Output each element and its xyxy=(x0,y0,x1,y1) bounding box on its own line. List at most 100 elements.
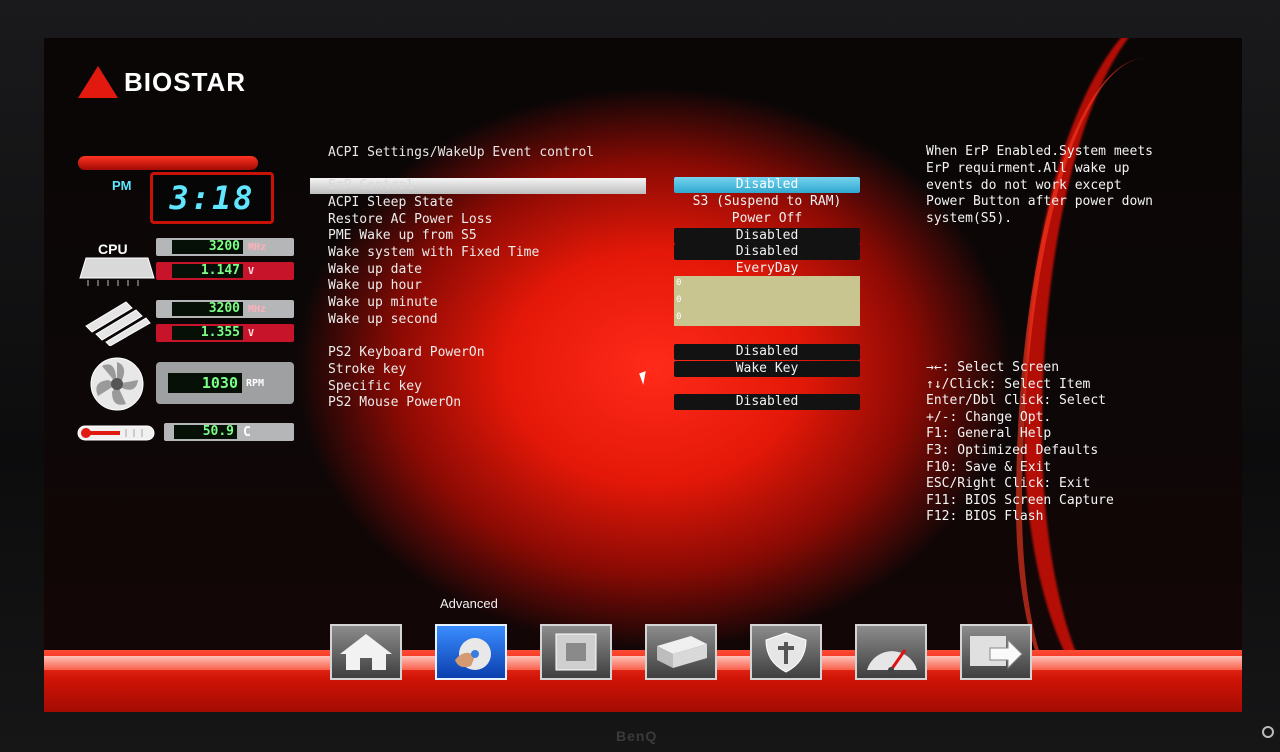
cpu-voltage-readout: 1.147 V xyxy=(156,262,294,280)
setting-erp-control[interactable]: ErP Control xyxy=(310,178,646,194)
nav-dock-shelf xyxy=(44,656,1242,670)
setting-label: Wake up minute xyxy=(328,295,438,310)
page-title: ACPI Settings/WakeUp Event control xyxy=(328,145,595,160)
setting-label: Wake up second xyxy=(328,312,438,327)
setting-wake-date[interactable]: Wake up date xyxy=(310,262,646,278)
setting-ps2-mouse-poweron[interactable]: PS2 Mouse PowerOn xyxy=(310,395,646,411)
advanced-icon xyxy=(455,638,491,670)
memory-frequency-readout: 3200 MHz xyxy=(156,300,294,318)
chipset-icon xyxy=(555,633,597,671)
clock-ampm: PM xyxy=(112,178,132,193)
active-tab-label: Advanced xyxy=(440,596,498,611)
exit-arrow-icon xyxy=(970,636,1023,670)
key-legend-item: F11: BIOS Screen Capture xyxy=(926,492,1114,508)
setting-label: ErP Control xyxy=(328,178,415,193)
cpu-frequency-value: 3200 xyxy=(172,240,243,254)
key-legend-item: F12: BIOS Flash xyxy=(926,509,1044,525)
setting-label: Wake system with Fixed Time xyxy=(328,245,540,260)
monitor-brand: BenQ xyxy=(616,728,658,744)
setting-wake-fixed-time[interactable]: Wake system with Fixed Time xyxy=(310,245,646,261)
cpu-frequency-unit: MHz xyxy=(248,241,267,253)
erp-control-value[interactable]: Disabled xyxy=(674,177,860,193)
setting-label: PS2 Keyboard PowerOn xyxy=(328,345,485,360)
ps2-keyboard-poweron-value[interactable]: Disabled xyxy=(674,344,860,360)
setting-label: Specific key xyxy=(328,379,422,394)
key-legend-item: F1: General Help xyxy=(926,426,1052,442)
home-icon xyxy=(340,634,392,670)
clock-bar xyxy=(78,156,258,170)
wake-date-value[interactable]: EveryDay xyxy=(674,261,860,277)
setting-pme-wake[interactable]: PME Wake up from S5 xyxy=(310,228,646,244)
wake-hour-value[interactable]: 0 xyxy=(676,278,681,288)
help-line: When ErP Enabled.System meets xyxy=(926,144,1153,159)
memory-voltage-value: 1.355 xyxy=(172,326,243,340)
key-legend-item: Enter/Dbl Click: Select xyxy=(926,393,1107,409)
temperature-readout: 50.9 C xyxy=(164,423,294,441)
setting-specific-key[interactable]: Specific key xyxy=(310,379,646,395)
memory-voltage-readout: 1.355 V xyxy=(156,324,294,342)
cpu-chip-icon xyxy=(79,257,155,286)
key-legend: →←: Select Screen ↑↓/Click: Select Item … xyxy=(926,360,1114,526)
cpu-voltage-unit: V xyxy=(248,265,255,277)
tab-exit[interactable] xyxy=(960,624,1032,680)
setting-label: Restore AC Power Loss xyxy=(328,212,493,227)
wake-second-value[interactable]: 0 xyxy=(676,312,681,322)
temperature-unit: C xyxy=(243,424,251,440)
monitor-bezel: BIOSTAR PM 3:18 CPU 3200 MHz 1.147 V 320… xyxy=(0,0,1280,752)
tab-security[interactable] xyxy=(750,624,822,680)
fan-speed-unit: RPM xyxy=(246,377,265,389)
memory-frequency-unit: MHz xyxy=(248,303,267,315)
thermometer-icon xyxy=(77,425,155,441)
key-legend-item: F3: Optimized Defaults xyxy=(926,442,1099,458)
tab-storage[interactable] xyxy=(645,624,717,680)
biostar-logo: BIOSTAR xyxy=(78,66,246,98)
setting-wake-second[interactable]: Wake up second xyxy=(310,312,646,328)
security-shield-icon xyxy=(765,632,807,673)
wake-time-fields: 0 0 0 xyxy=(674,276,860,326)
tab-advanced[interactable] xyxy=(435,624,507,680)
help-line: Power Button after power down xyxy=(926,194,1153,210)
setting-label: Wake up hour xyxy=(328,278,422,293)
help-line: system(S5). xyxy=(926,211,1013,227)
help-line: ErP requirment.All wake up xyxy=(926,160,1130,176)
key-legend-item: F10: Save & Exit xyxy=(926,459,1052,475)
fan-speed-readout: 1030 RPM xyxy=(156,362,294,404)
fan-speed-value: 1030 xyxy=(168,373,242,393)
setting-wake-hour[interactable]: Wake up hour xyxy=(310,278,646,294)
wake-minute-value[interactable]: 0 xyxy=(676,295,681,305)
setting-label: PS2 Mouse PowerOn xyxy=(328,395,462,410)
setting-ps2-keyboard-poweron[interactable]: PS2 Keyboard PowerOn xyxy=(310,345,646,361)
wake-fixed-time-value[interactable]: Disabled xyxy=(674,244,860,260)
logo-text: BIOSTAR xyxy=(124,66,247,97)
setting-restore-ac-power-loss[interactable]: Restore AC Power Loss xyxy=(310,212,646,228)
key-legend-item: +/-: Change Opt. xyxy=(926,409,1052,425)
memory-voltage-unit: V xyxy=(248,327,255,339)
storage-icon xyxy=(657,636,707,668)
acpi-sleep-state-value[interactable]: S3 (Suspend to RAM) xyxy=(674,194,860,210)
memory-frequency-value: 3200 xyxy=(172,302,243,316)
setting-label: ACPI Sleep State xyxy=(328,195,454,210)
ps2-mouse-poweron-value[interactable]: Disabled xyxy=(674,394,860,410)
clock-display: 3:18 xyxy=(150,172,274,224)
key-legend-item: ↑↓/Click: Select Item xyxy=(926,376,1091,392)
tab-overclock[interactable] xyxy=(855,624,927,680)
pme-wake-value[interactable]: Disabled xyxy=(674,228,860,244)
setting-stroke-key[interactable]: Stroke key xyxy=(310,362,646,378)
bios-screen: BIOSTAR PM 3:18 CPU 3200 MHz 1.147 V 320… xyxy=(44,38,1242,712)
key-legend-item: ESC/Right Click: Exit xyxy=(926,476,1091,492)
help-line: events do not work except xyxy=(926,177,1122,193)
stroke-key-value[interactable]: Wake Key xyxy=(674,361,860,377)
temperature-value: 50.9 xyxy=(174,425,237,439)
restore-ac-power-loss-value[interactable]: Power Off xyxy=(674,211,860,227)
setting-acpi-sleep-state[interactable]: ACPI Sleep State xyxy=(310,195,646,211)
cpu-voltage-value: 1.147 xyxy=(172,264,243,278)
memory-module-icon xyxy=(85,301,151,346)
cpu-frequency-readout: 3200 MHz xyxy=(156,238,294,256)
help-panel: When ErP Enabled.System meets ErP requir… xyxy=(926,144,1216,228)
setting-wake-minute[interactable]: Wake up minute xyxy=(310,295,646,311)
tab-chipset[interactable] xyxy=(540,624,612,680)
fan-icon xyxy=(90,357,144,411)
key-legend-item: →←: Select Screen xyxy=(926,360,1060,375)
tab-main[interactable] xyxy=(330,624,402,680)
power-icon[interactable] xyxy=(1262,726,1274,738)
